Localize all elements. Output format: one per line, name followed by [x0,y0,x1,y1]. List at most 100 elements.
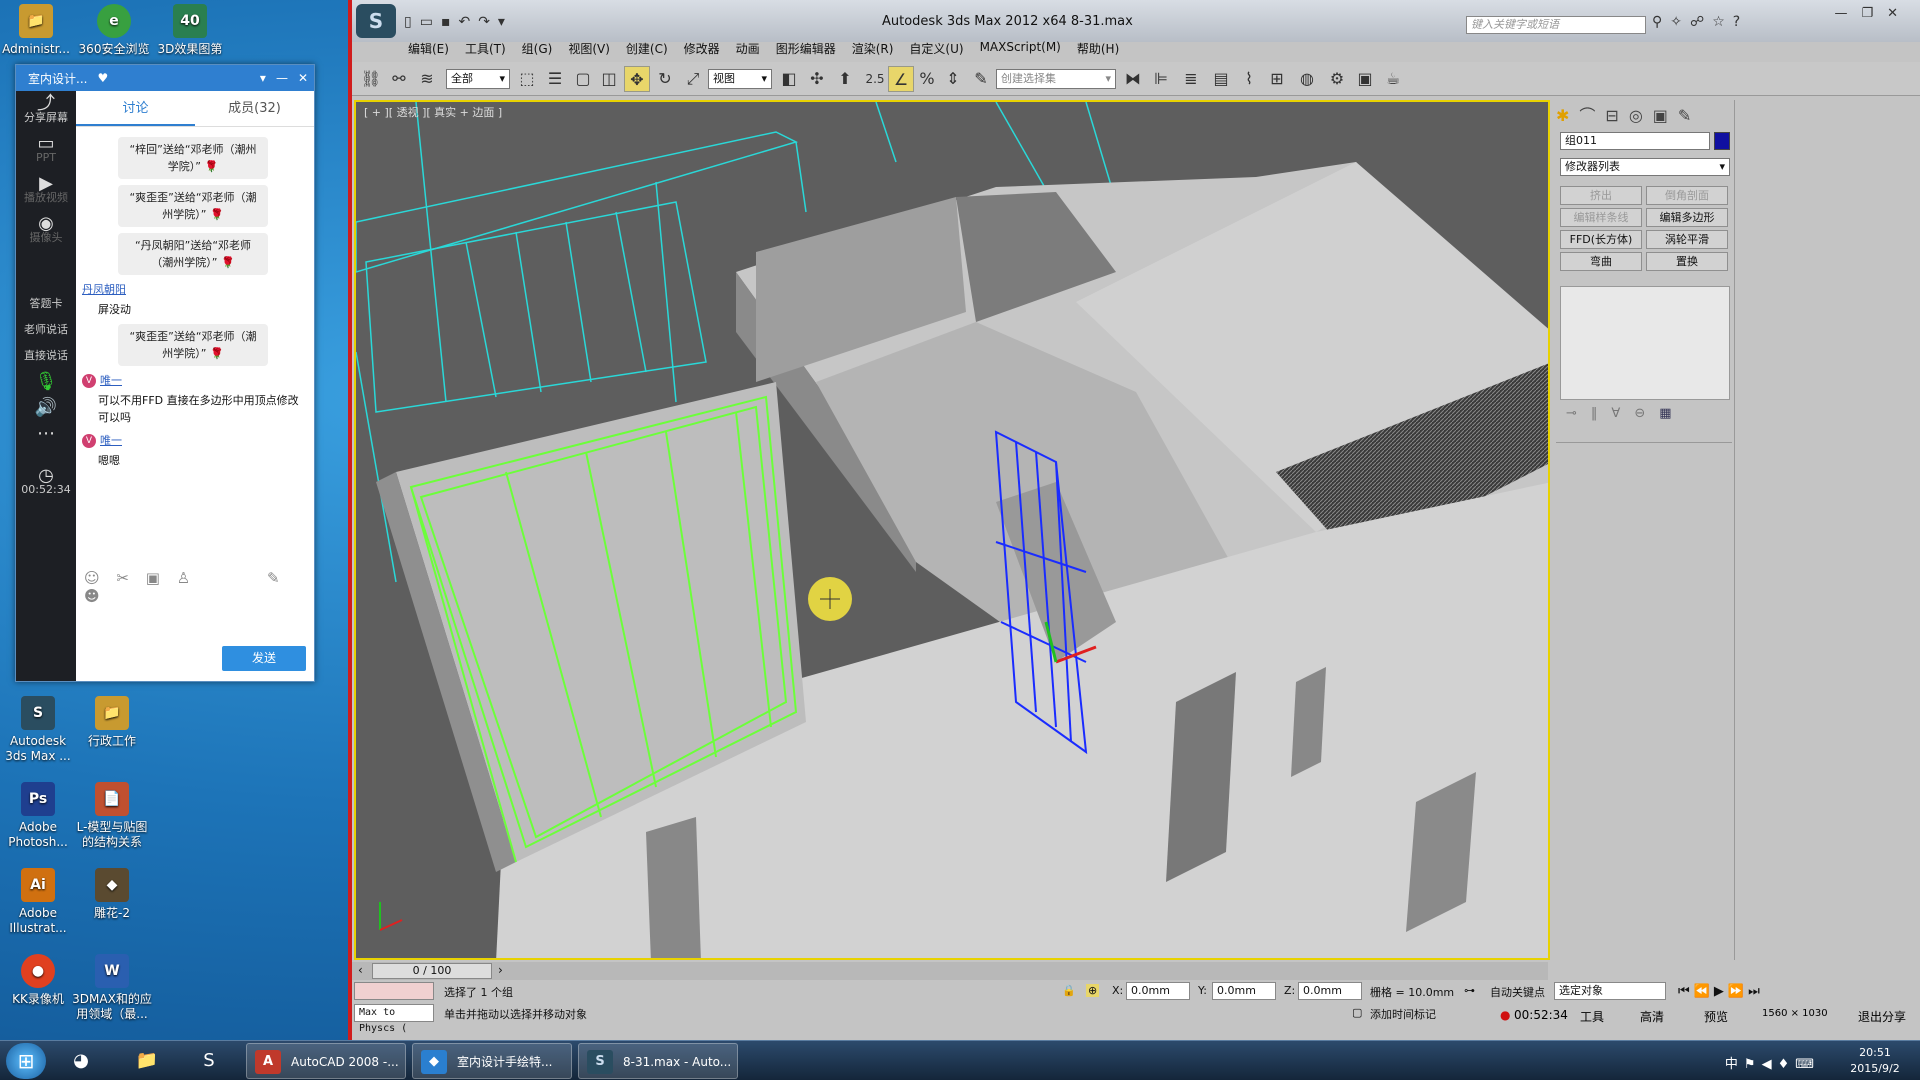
favorites-icon[interactable]: ☆ [1712,14,1733,30]
microphone-button[interactable]: 🎙 [16,369,76,395]
next-frame-icon[interactable]: › [498,963,503,977]
desktop-icon-model-texture[interactable]: 📄 L-模型与贴图的结构关系 [72,782,152,850]
rotate-icon[interactable]: ↻ [652,66,678,92]
menu-rendering[interactable]: 渲染(R) [852,40,894,60]
username-link[interactable]: 唯一 [100,434,122,447]
quality-menu[interactable]: 高清 [1640,1008,1664,1025]
motion-tab-icon[interactable]: ◎ [1629,106,1653,125]
tab-members[interactable]: 成员(32) [195,91,314,126]
share-screen-button[interactable]: ⤴ 分享屏幕 [16,91,76,131]
send-button[interactable]: 发送 [222,646,306,671]
play-video-button[interactable]: ▶ 播放视频 [16,171,76,211]
ime-icon[interactable]: 中 [1725,1057,1744,1072]
prev-frame-icon[interactable]: ‹ [358,963,363,977]
new-file-icon[interactable]: ▯ [404,14,420,30]
configure-sets-icon[interactable]: ▦ [1659,406,1685,421]
keyboard-icon[interactable]: ⌨ [1795,1057,1820,1072]
tools-menu[interactable]: 工具 [1580,1008,1604,1025]
preview-button[interactable]: 预览 [1704,1008,1728,1025]
desktop-icon-administrator[interactable]: 📁 Administr... [0,4,76,57]
menu-modifiers[interactable]: 修改器 [684,40,720,60]
more-button[interactable]: ⋯ [16,421,76,447]
heart-icon[interactable]: ♥ [97,71,108,85]
x-coord-field[interactable]: 0.0mm [1126,982,1190,1000]
create-tab-icon[interactable]: ✱ [1556,106,1579,125]
subscription-icon[interactable]: ✧ [1670,14,1690,30]
minimize-icon[interactable]: — [276,71,288,85]
speaker-button[interactable]: 🔊 [16,395,76,421]
3dsmax-pin-icon[interactable]: S [192,1045,226,1077]
menu-group[interactable]: 组(G) [522,40,553,60]
angle-snap-icon[interactable]: ∠ [888,66,914,92]
explorer-pin-icon[interactable]: 📁 [130,1045,164,1077]
play-icon[interactable]: ▶ [1714,984,1728,999]
chevron-down-icon[interactable]: ▾ [260,71,266,85]
desktop-icon-3dsmax[interactable]: S Autodesk 3ds Max ... [0,696,78,764]
gift-icon[interactable]: ♙ [177,569,190,587]
emoji-icon[interactable]: ☺ [84,569,100,587]
message-list[interactable]: “梓回”送给“邓老师（潮州学院）” 🌹 “爽歪歪”送给“邓老师（潮州学院）” 🌹… [76,129,314,539]
rect-selection-icon[interactable]: ▢ [570,66,596,92]
lock-icon[interactable]: 🔒 [1062,984,1076,997]
exit-share-button[interactable]: 退出分享 [1858,1008,1906,1025]
edit-spline-button[interactable]: 编辑样条线 [1560,208,1642,227]
bend-button[interactable]: 弯曲 [1560,252,1642,271]
volume-icon[interactable]: ◀ [1762,1057,1778,1072]
goto-start-icon[interactable]: ⏮ [1678,984,1694,999]
taskbar-app-autocad[interactable]: A AutoCAD 2008 -... [246,1043,406,1079]
mirror-icon[interactable]: ⧓ [1120,66,1146,92]
rendered-frame-icon[interactable]: ▣ [1352,66,1378,92]
reference-coord-select[interactable]: 视图 [708,69,772,89]
render-setup-icon[interactable]: ⚙ [1324,66,1350,92]
perspective-viewport[interactable]: [ + ][ 透视 ][ 真实 + 边面 ] [354,100,1550,960]
turbosmooth-button[interactable]: 涡轮平滑 [1646,230,1728,249]
curve-editor-icon[interactable]: ⌇ [1236,66,1262,92]
add-time-tag[interactable]: 添加时间标记 [1370,1006,1436,1022]
start-button[interactable]: ⊞ [6,1043,46,1079]
menu-animation[interactable]: 动画 [736,40,760,60]
z-coord-field[interactable]: 0.0mm [1298,982,1362,1000]
render-production-icon[interactable]: ☕ [1380,66,1406,92]
named-selection-select[interactable]: 创建选择集 [996,69,1116,89]
graphite-icon[interactable]: ▤ [1208,66,1234,92]
ffd-box-button[interactable]: FFD(长方体) [1560,230,1642,249]
teacher-speak-button[interactable]: 老师说话 [16,317,76,343]
user-icon[interactable]: ☻ [84,587,100,605]
menu-tools[interactable]: 工具(T) [465,40,506,60]
scissors-icon[interactable]: ✂ [116,569,129,587]
open-file-icon[interactable]: ▭ [420,14,441,30]
username-link[interactable]: 丹凤朝阳 [82,281,308,297]
menu-edit[interactable]: 编辑(E) [408,40,449,60]
schematic-view-icon[interactable]: ⊞ [1264,66,1290,92]
direct-speak-button[interactable]: 直接说话 [16,343,76,369]
image-icon[interactable]: ▣ [146,569,160,587]
restore-icon[interactable]: ❐ [1861,6,1887,21]
desktop-icon-admin-work[interactable]: 📁 行政工作 [72,696,152,749]
edit-named-sel-icon[interactable]: ✎ [968,66,994,92]
close-icon[interactable]: ✕ [1887,6,1912,21]
material-editor-icon[interactable]: ◍ [1294,66,1320,92]
desktop-icon-carving[interactable]: ◆ 雕花-2 [72,868,152,921]
modifier-stack[interactable] [1560,286,1730,400]
desktop-icon-360-browser[interactable]: e 360安全浏览 [74,4,154,57]
minimize-icon[interactable]: — [1834,6,1861,21]
time-tag-icon[interactable]: ▢ [1352,1006,1362,1019]
viewport-label[interactable]: [ + ][ 透视 ][ 真实 + 边面 ] [364,104,502,120]
dropdown-icon[interactable]: ▾ [498,14,513,30]
listener-mini[interactable] [354,982,434,1000]
next-key-icon[interactable]: ⏩ [1728,984,1748,999]
community-icon[interactable]: ☍ [1690,14,1712,30]
unlink-icon[interactable]: ⚯ [386,66,412,92]
utilities-tab-icon[interactable]: ✎ [1678,106,1701,125]
undo-icon[interactable]: ↶ [458,14,478,30]
layer-manager-icon[interactable]: ≣ [1178,66,1204,92]
selection-filter-select[interactable]: 全部 [446,69,510,89]
scale-icon[interactable]: ⤢ [680,66,706,92]
percent-snap-icon[interactable]: % [914,66,940,92]
remove-modifier-icon[interactable]: ⊖ [1634,406,1659,421]
key-filter-select[interactable]: 选定对象 [1554,982,1666,1000]
help-icon[interactable]: ? [1733,14,1748,30]
modifier-list-select[interactable]: 修改器列表 [1560,158,1730,176]
desktop-icon-illustrator[interactable]: Ai Adobe Illustrat... [0,868,78,936]
auto-key-button[interactable]: 自动关键点 [1490,984,1545,1000]
